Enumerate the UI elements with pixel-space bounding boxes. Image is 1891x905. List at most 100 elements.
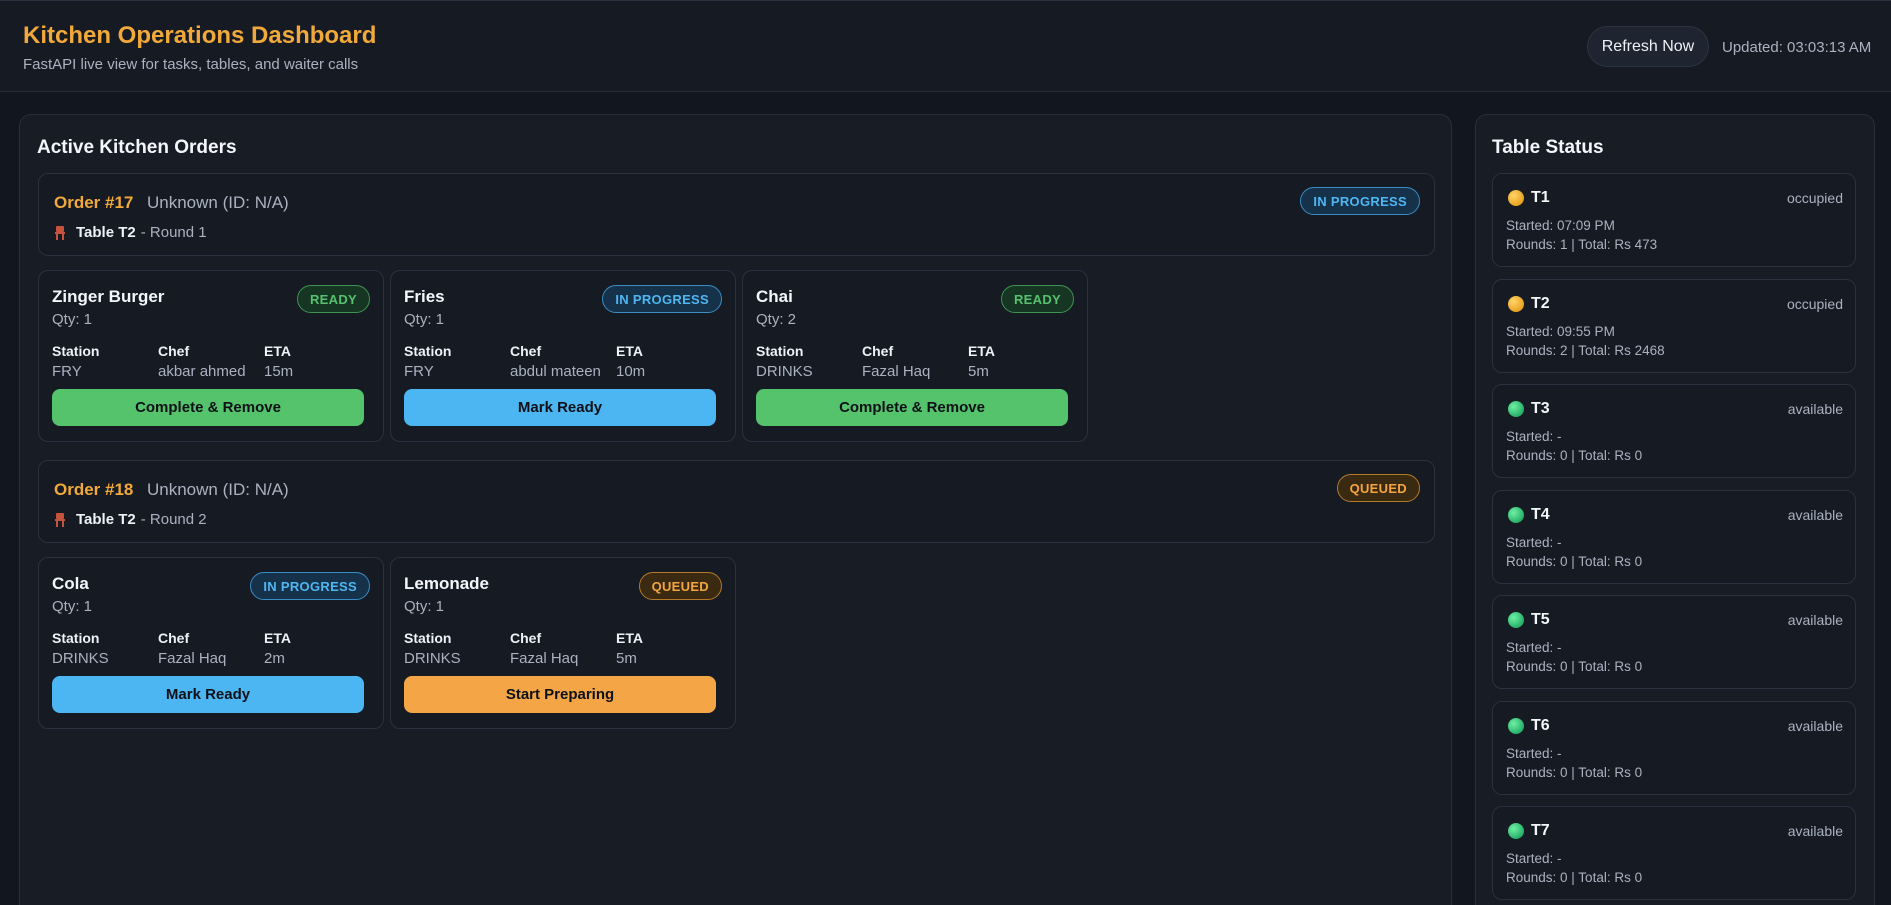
- table-name: T4: [1531, 506, 1550, 523]
- table-name: T7: [1531, 822, 1550, 839]
- table-card-t5[interactable]: T5 available Started: - Rounds: 0 | Tota…: [1492, 595, 1856, 689]
- item-qty: Qty: 1: [52, 311, 93, 328]
- table-card-t7[interactable]: T7 available Started: - Rounds: 0 | Tota…: [1492, 806, 1856, 900]
- chef-label: Chef: [158, 343, 190, 359]
- eta-value: 2m: [264, 650, 285, 667]
- table-started: Started: 07:09 PM: [1506, 218, 1615, 233]
- table-status: available: [1787, 612, 1843, 628]
- table-name: T5: [1531, 611, 1550, 628]
- item-name: Cola: [52, 574, 89, 593]
- table-card-t1[interactable]: T1 occupied Started: 07:09 PM Rounds: 1 …: [1492, 173, 1856, 267]
- table-status: occupied: [1786, 296, 1843, 312]
- item-qty: Qty: 1: [52, 598, 93, 615]
- station-label: Station: [756, 343, 804, 359]
- station-value: DRINKS: [52, 650, 109, 667]
- page-subtitle: FastAPI live view for tasks, tables, and…: [23, 56, 359, 73]
- item-name: Zinger Burger: [52, 287, 165, 306]
- table-status: occupied: [1786, 190, 1843, 206]
- order-item-card: Chai Qty: 2 READY Station DRINKS Chef Fa…: [742, 270, 1088, 442]
- table-started: Started: -: [1506, 640, 1562, 655]
- order-customer: Unknown (ID: N/A): [147, 480, 289, 499]
- eta-value: 10m: [616, 363, 646, 380]
- item-eta: ETA 5m: [616, 630, 643, 667]
- mark-ready-button[interactable]: Mark Ready: [52, 676, 364, 713]
- active-orders-panel: Active Kitchen Orders Order #17 Unknown …: [19, 114, 1452, 905]
- item-eta: ETA 10m: [616, 343, 645, 380]
- table-rounds-total: Rounds: 0 | Total: Rs 0: [1506, 448, 1643, 463]
- table-status: available: [1787, 823, 1843, 839]
- item-station: Station DRINKS: [52, 630, 109, 667]
- item-name: Chai: [756, 287, 793, 306]
- chef-value: abdul mateen: [510, 363, 601, 380]
- item-status-badge: READY: [1000, 285, 1074, 313]
- order-item-card: Lemonade Qty: 1 QUEUED Station DRINKS Ch…: [390, 557, 736, 729]
- order-status-badge: QUEUED: [1336, 474, 1420, 502]
- mark-ready-button[interactable]: Mark Ready: [404, 389, 716, 426]
- refresh-now-button[interactable]: Refresh Now: [1587, 26, 1709, 67]
- eta-label: ETA: [616, 343, 643, 359]
- station-value: DRINKS: [404, 650, 461, 667]
- item-chef: Chef Fazal Haq: [862, 343, 930, 380]
- table-name: T1: [1531, 189, 1550, 206]
- table-rounds-total: Rounds: 0 | Total: Rs 0: [1506, 659, 1643, 674]
- chair-icon: [55, 225, 65, 240]
- order-item-card: Cola Qty: 1 IN PROGRESS Station DRINKS C…: [38, 557, 384, 729]
- item-name: Lemonade: [404, 574, 490, 593]
- table-name: T2: [1531, 295, 1550, 312]
- table-card-t6[interactable]: T6 available Started: - Rounds: 0 | Tota…: [1492, 701, 1856, 795]
- table-status: available: [1787, 507, 1843, 523]
- table-rounds-total: Rounds: 0 | Total: Rs 0: [1506, 765, 1643, 780]
- eta-value: 5m: [616, 650, 637, 667]
- table-name: T6: [1531, 717, 1550, 734]
- chair-icon: [55, 512, 65, 527]
- order-table-name: Table T2: [76, 224, 136, 241]
- active-orders-title: Active Kitchen Orders: [37, 137, 237, 158]
- item-qty: Qty: 1: [404, 598, 445, 615]
- table-rounds-total: Rounds: 0 | Total: Rs 0: [1506, 870, 1643, 885]
- order-item-card: Fries Qty: 1 IN PROGRESS Station FRY Che…: [390, 270, 736, 442]
- station-label: Station: [52, 343, 100, 359]
- chef-value: Fazal Haq: [510, 650, 579, 667]
- item-chef: Chef Fazal Haq: [510, 630, 578, 667]
- item-chef: Chef Fazal Haq: [158, 630, 226, 667]
- station-label: Station: [404, 343, 452, 359]
- status-dot-available-icon: [1508, 718, 1524, 734]
- table-rounds-total: Rounds: 1 | Total: Rs 473: [1506, 237, 1658, 252]
- chef-value: Fazal Haq: [862, 363, 931, 380]
- chef-label: Chef: [510, 630, 542, 646]
- item-station: Station FRY: [404, 343, 451, 380]
- order-round: - Round 1: [140, 224, 207, 241]
- table-status: available: [1787, 718, 1843, 734]
- chef-label: Chef: [862, 343, 894, 359]
- item-station: Station DRINKS: [756, 343, 813, 380]
- item-eta: ETA 5m: [968, 343, 995, 380]
- complete-remove-button[interactable]: Complete & Remove: [756, 389, 1068, 426]
- table-name: T3: [1531, 400, 1550, 417]
- table-card-t3[interactable]: T3 available Started: - Rounds: 0 | Tota…: [1492, 384, 1856, 478]
- header-bar: Kitchen Operations Dashboard FastAPI liv…: [0, 0, 1891, 92]
- eta-label: ETA: [968, 343, 995, 359]
- order-number: Order #18: [54, 480, 134, 499]
- order-table-name: Table T2: [76, 511, 136, 528]
- eta-value: 5m: [968, 363, 989, 380]
- table-card-t2[interactable]: T2 occupied Started: 09:55 PM Rounds: 2 …: [1492, 279, 1856, 373]
- item-status-badge: IN PROGRESS: [250, 572, 370, 600]
- item-chef: Chef akbar ahmed: [158, 343, 246, 380]
- start-preparing-button[interactable]: Start Preparing: [404, 676, 716, 713]
- table-started: Started: 09:55 PM: [1506, 324, 1615, 339]
- status-dot-available-icon: [1508, 823, 1524, 839]
- station-label: Station: [404, 630, 452, 646]
- complete-remove-button[interactable]: Complete & Remove: [52, 389, 364, 426]
- station-value: FRY: [404, 363, 434, 380]
- eta-label: ETA: [264, 343, 291, 359]
- table-status-title: Table Status: [1492, 137, 1604, 158]
- order-round: - Round 2: [140, 511, 207, 528]
- table-card-t4[interactable]: T4 available Started: - Rounds: 0 | Tota…: [1492, 490, 1856, 584]
- station-label: Station: [52, 630, 100, 646]
- order-table-info: Table T2 - Round 1: [53, 224, 207, 241]
- chef-label: Chef: [510, 343, 542, 359]
- station-value: FRY: [52, 363, 82, 380]
- item-qty: Qty: 2: [756, 311, 797, 328]
- status-dot-occupied-icon: [1508, 190, 1524, 206]
- table-rounds-total: Rounds: 2 | Total: Rs 2468: [1506, 343, 1665, 358]
